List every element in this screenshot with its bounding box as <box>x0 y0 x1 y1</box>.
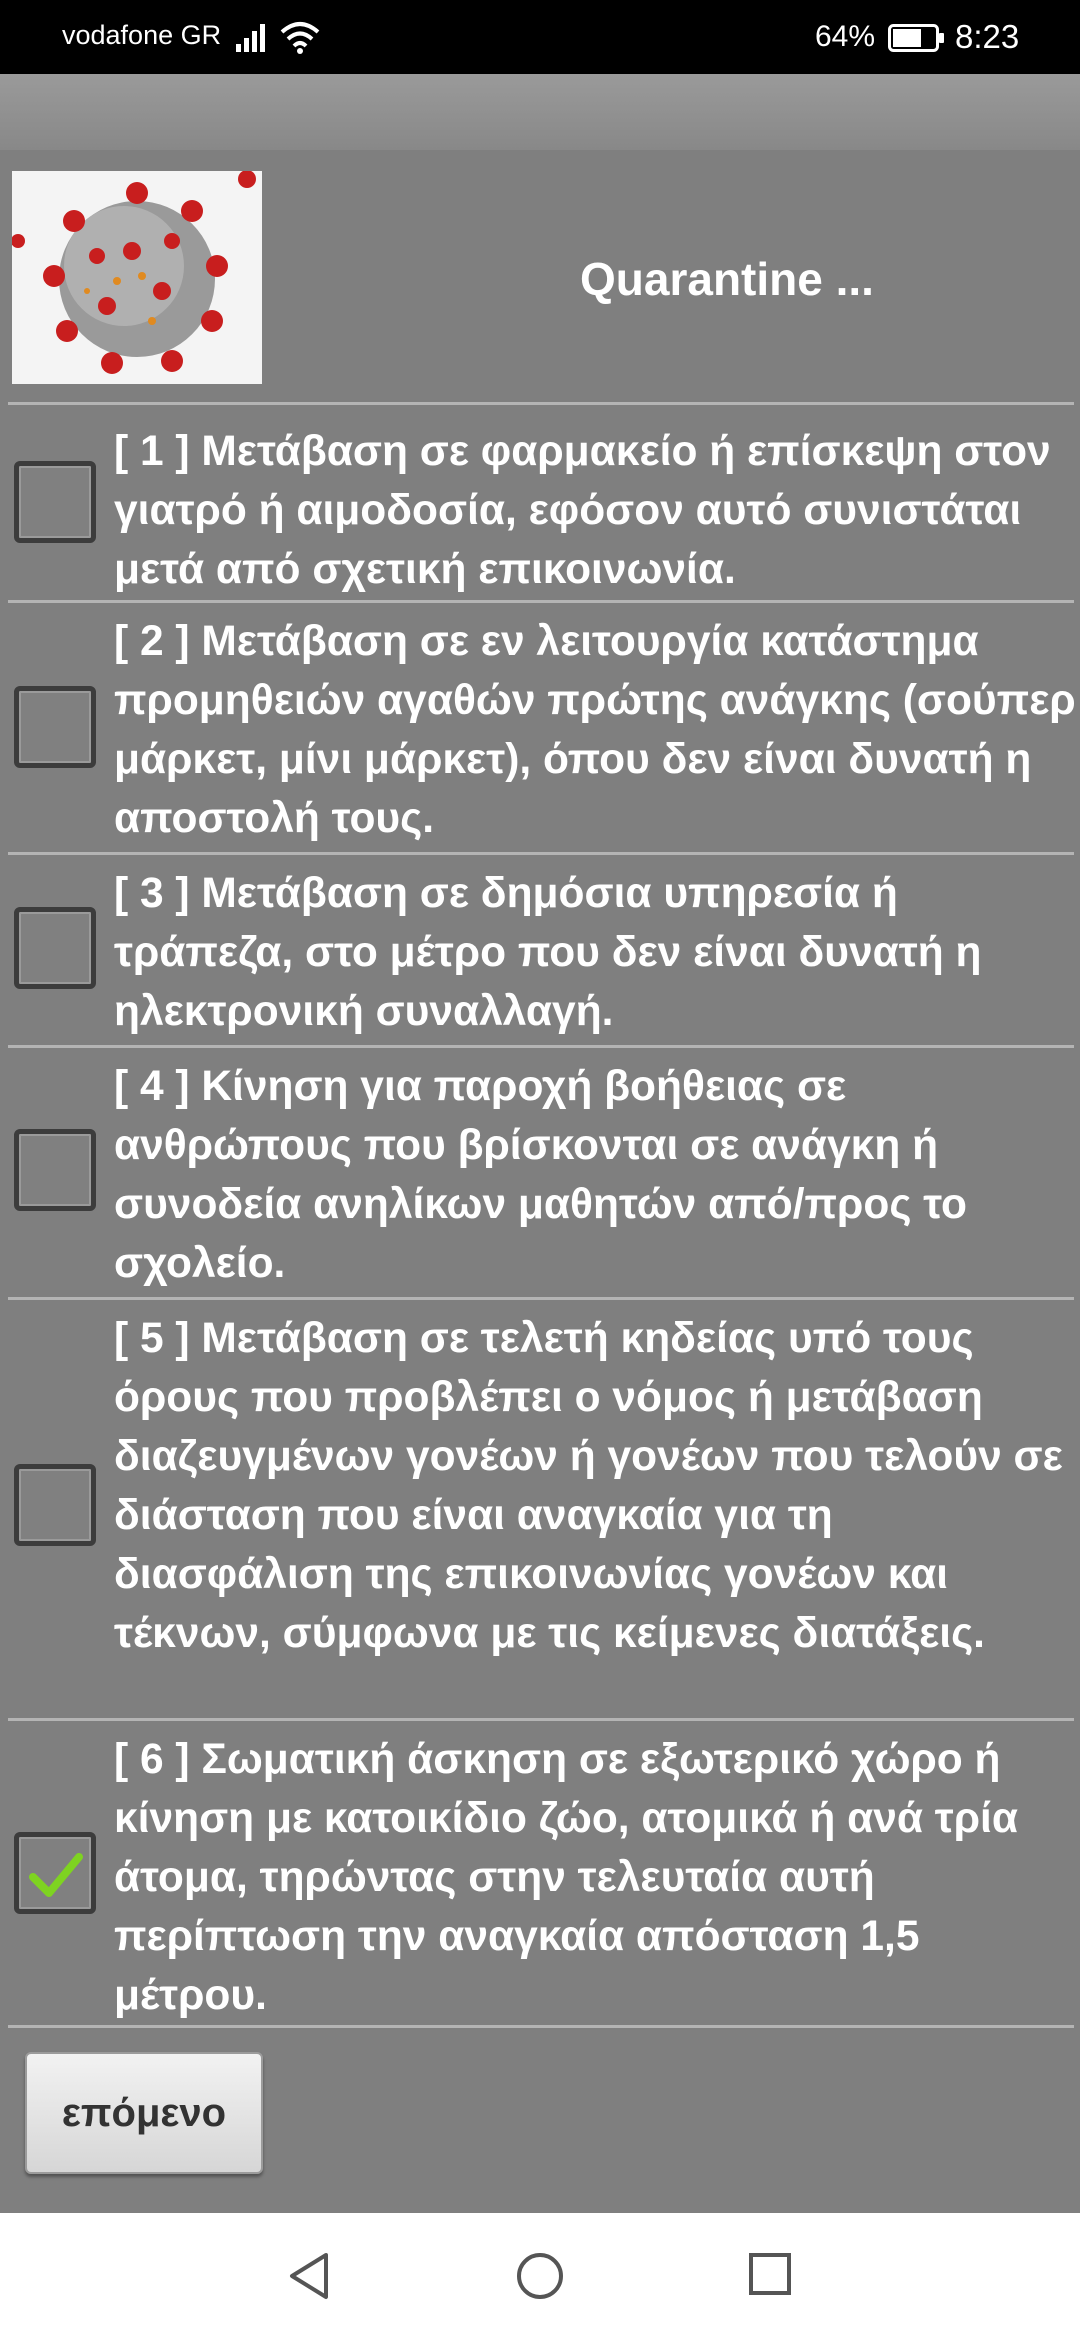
item-text: [ 5 ] Μετάβαση σε τελετή κηδείας υπό του… <box>114 1315 1063 1657</box>
page-title: Quarantine ... <box>580 253 874 305</box>
carrier-name: vodafone GR <box>62 20 222 50</box>
clock: 8:23 <box>955 18 1020 55</box>
checkbox-5[interactable] <box>14 1464 96 1546</box>
recents-icon[interactable] <box>748 2251 792 2302</box>
list-item: [ 6 ] Σωματική άσκηση σε εξωτερικό χώρο … <box>0 1720 1080 2025</box>
home-icon[interactable] <box>515 2251 565 2306</box>
list-item: [ 2 ] Μετάβαση σε εν λειτουργία κατάστημ… <box>0 602 1080 852</box>
list-item: [ 4 ] Κίνηση για παροχή βοήθειας σε ανθρ… <box>0 1047 1080 1297</box>
status-bar: vodafone GR 64% 8:23 <box>0 0 1080 74</box>
virus-image <box>12 171 262 384</box>
navigation-bar <box>0 2213 1080 2340</box>
list-item: [ 1 ] Μετάβαση σε φαρμακείο ή επίσκεψη σ… <box>0 404 1080 600</box>
checkbox-3[interactable] <box>14 907 96 989</box>
list-item: [ 3 ] Μετάβαση σε δημόσια υπηρεσία ή τρά… <box>0 854 1080 1045</box>
back-icon[interactable] <box>286 2251 332 2306</box>
item-text: [ 6 ] Σωματική άσκηση σε εξωτερικό χώρο … <box>114 1736 1018 2019</box>
battery-percent: 64% <box>815 20 876 53</box>
next-button[interactable]: επόμενο <box>25 2052 263 2174</box>
item-text: [ 3 ] Μετάβαση σε δημόσια υπηρεσία ή τρά… <box>114 870 982 1035</box>
item-text: [ 4 ] Κίνηση για παροχή βοήθειας σε ανθρ… <box>114 1063 967 1287</box>
checkmark-icon <box>29 1853 83 1897</box>
checkbox-2[interactable] <box>14 686 96 768</box>
checkbox-1[interactable] <box>14 461 96 543</box>
battery-icon <box>888 24 946 57</box>
divider <box>8 2025 1074 2028</box>
signal-icon <box>236 22 270 57</box>
checkbox-4[interactable] <box>14 1129 96 1211</box>
item-text: [ 2 ] Μετάβαση σε εν λειτουργία κατάστημ… <box>114 618 1076 842</box>
list-item: [ 5 ] Μετάβαση σε τελετή κηδείας υπό του… <box>0 1299 1080 1718</box>
wifi-icon <box>280 20 320 59</box>
action-bar <box>0 74 1080 150</box>
checkbox-6[interactable] <box>14 1832 96 1914</box>
item-text: [ 1 ] Μετάβαση σε φαρμακείο ή επίσκεψη σ… <box>114 428 1051 593</box>
